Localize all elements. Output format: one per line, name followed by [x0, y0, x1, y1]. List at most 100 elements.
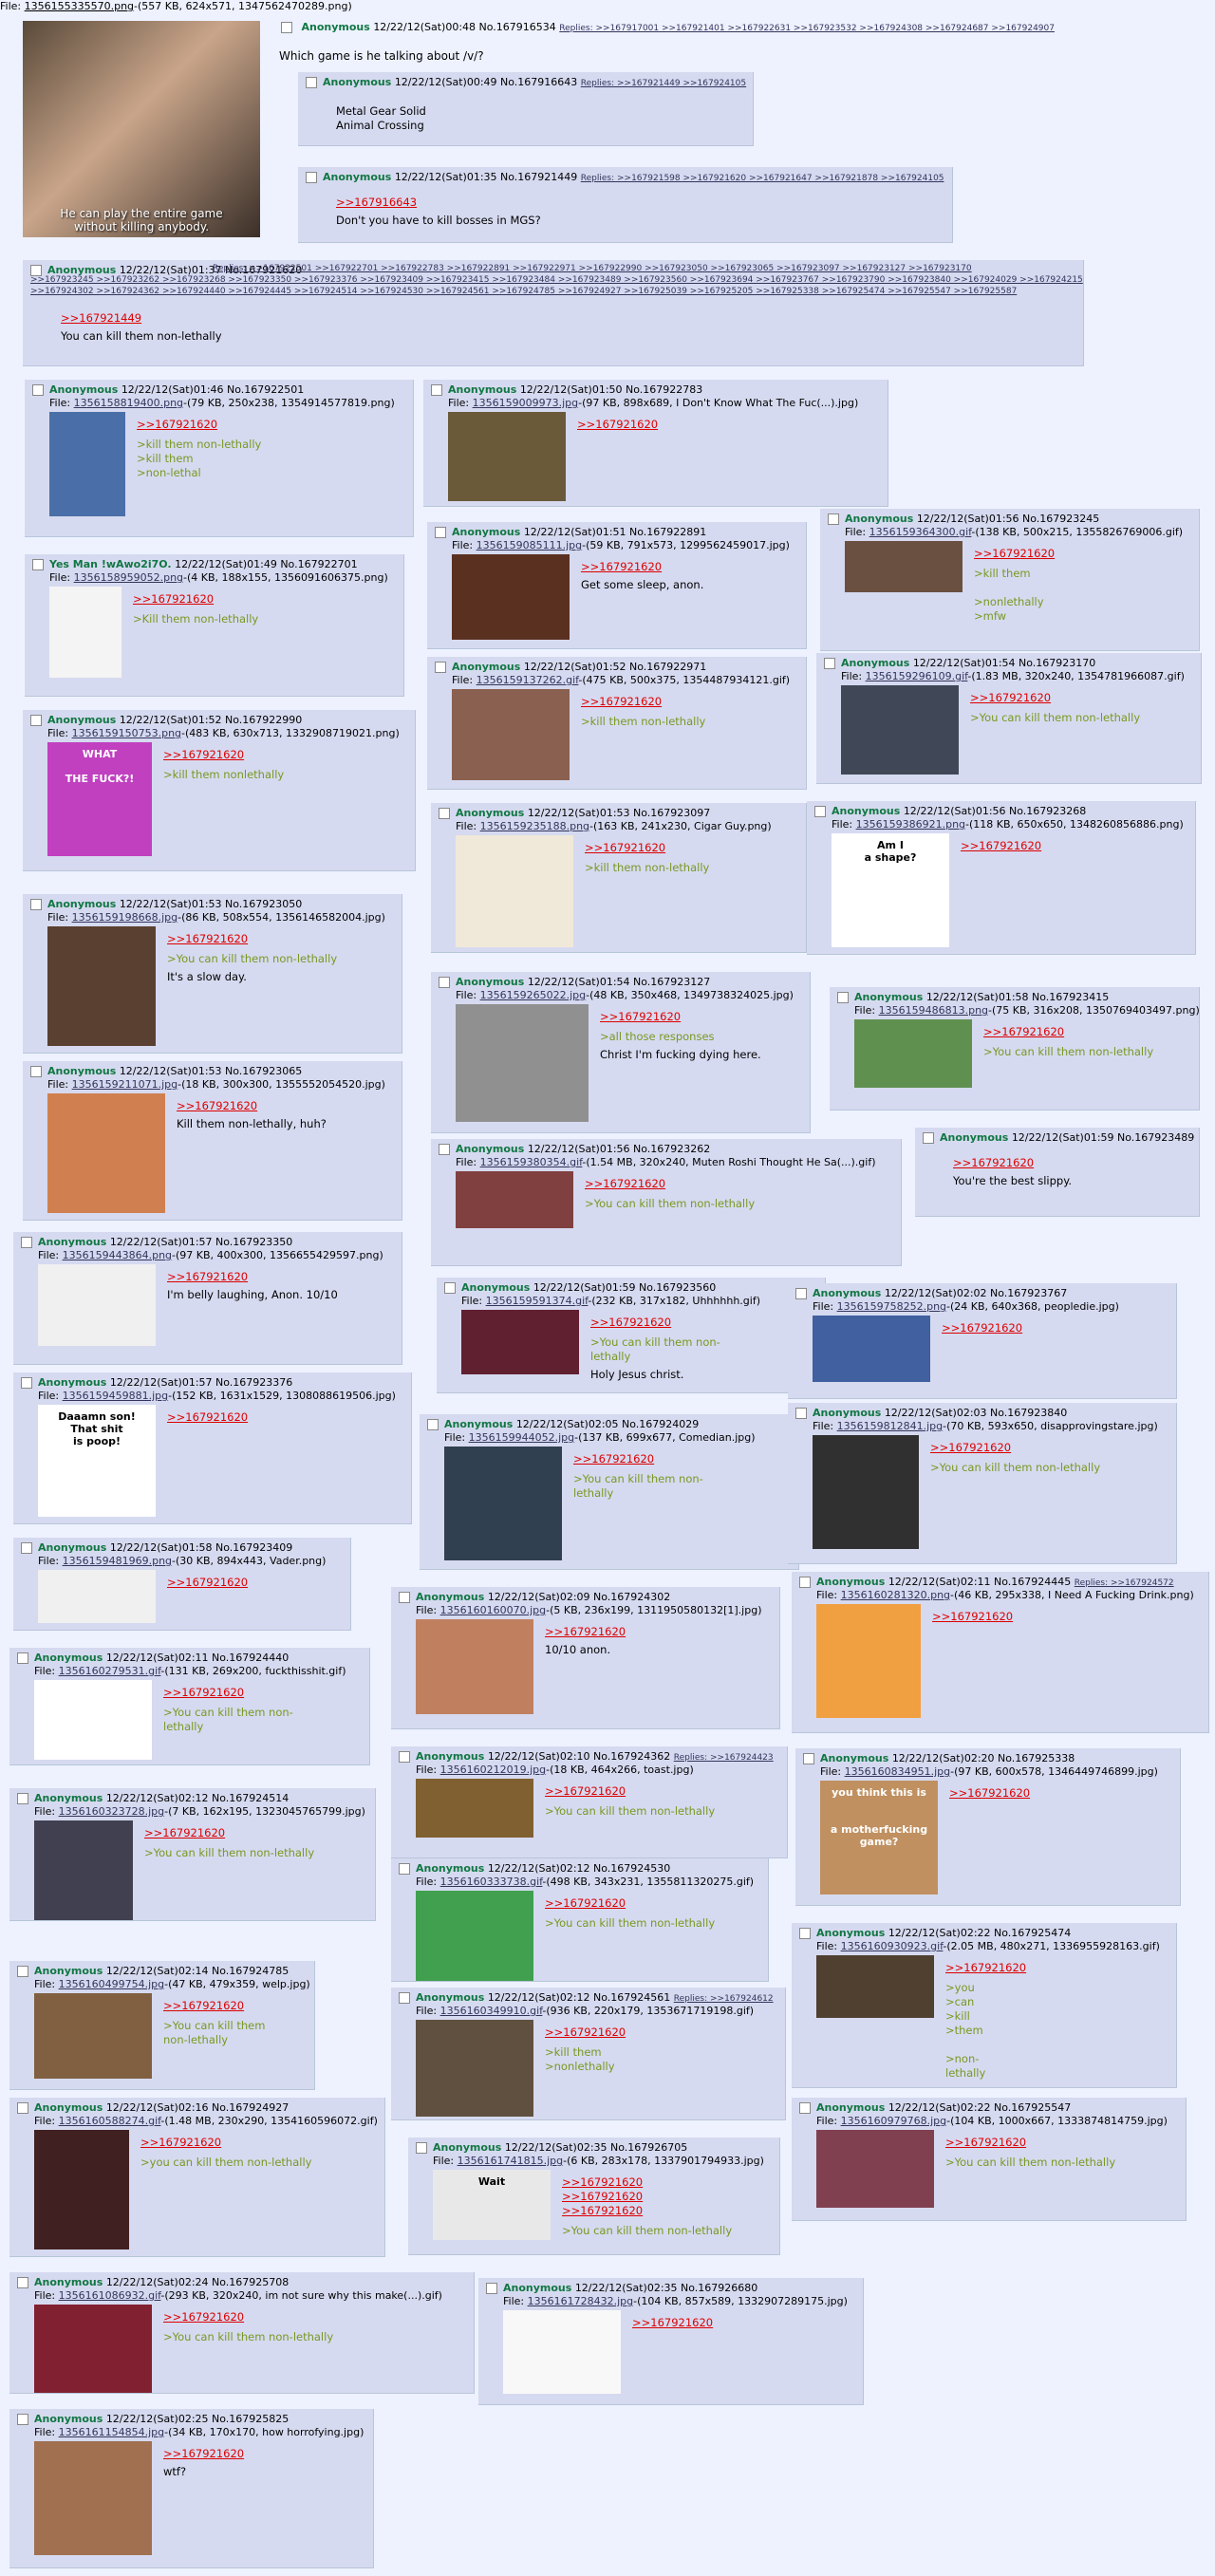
op-file-link[interactable]: 1356155335570.png: [25, 0, 134, 12]
post-checkbox[interactable]: [306, 172, 317, 183]
quote-link[interactable]: >>167921620: [632, 2316, 856, 2330]
post-replies[interactable]: Replies: >>167921598 >>167921620 >>16792…: [581, 174, 944, 183]
post-thumbnail[interactable]: [813, 1316, 930, 1382]
quote-link[interactable]: >>167921620: [545, 2025, 778, 2040]
quote-link[interactable]: >>167921620: [932, 1610, 1202, 1624]
file-link[interactable]: 1356158959052.png: [74, 571, 183, 584]
post-checkbox[interactable]: [399, 1751, 410, 1763]
file-link[interactable]: 1356161086932.gif: [59, 2289, 161, 2302]
file-link[interactable]: 1356159364300.gif: [869, 526, 972, 538]
post-thumbnail[interactable]: [448, 412, 566, 501]
post-thumbnail[interactable]: Wait: [433, 2170, 551, 2240]
file-link[interactable]: 1356159459881.jpg: [63, 1390, 169, 1402]
post-checkbox[interactable]: [837, 992, 849, 1003]
file-link[interactable]: 1356160281320.png: [841, 1589, 950, 1601]
quote-link[interactable]: >>167921620: [545, 1896, 761, 1911]
quote-link[interactable]: >>167921620: [163, 748, 408, 762]
post-checkbox[interactable]: [399, 1863, 410, 1875]
post-thumbnail[interactable]: [816, 2130, 934, 2208]
post-thumbnail[interactable]: [34, 1680, 152, 1760]
post-thumbnail[interactable]: [452, 689, 570, 780]
quote-link[interactable]: >>167921620: [581, 560, 799, 574]
post-checkbox[interactable]: [21, 1542, 32, 1554]
post-checkbox[interactable]: [306, 77, 317, 88]
post-thumbnail[interactable]: [456, 835, 573, 947]
post-checkbox[interactable]: [30, 1066, 42, 1077]
file-link[interactable]: 1356159944052.jpg: [469, 1431, 575, 1444]
post-checkbox[interactable]: [399, 1992, 410, 2004]
post-thumbnail[interactable]: [49, 587, 122, 678]
post-replies[interactable]: >>167923245 >>167923262 >>167923268 >>16…: [30, 275, 1083, 285]
file-link[interactable]: 1356159591374.gif: [486, 1295, 589, 1307]
quote-link[interactable]: >>167921620: [144, 1826, 368, 1840]
post-checkbox[interactable]: [30, 899, 42, 910]
post-replies[interactable]: Replies: >>167921449 >>167924105: [581, 79, 746, 88]
file-link[interactable]: 1356159386921.png: [856, 818, 965, 831]
file-link[interactable]: 1356160834951.jpg: [845, 1765, 951, 1778]
quote-link[interactable]: >>167921620: [177, 1099, 395, 1113]
post-thumbnail[interactable]: [47, 926, 156, 1046]
post-thumbnail[interactable]: [34, 1820, 133, 1920]
file-link[interactable]: 1356160349910.gif: [440, 2005, 543, 2017]
quote-link[interactable]: >>167921449: [61, 311, 1076, 326]
file-link[interactable]: 1356161154854.jpg: [59, 2426, 165, 2438]
post-thumbnail[interactable]: [416, 1619, 533, 1714]
post-thumbnail[interactable]: [444, 1447, 562, 1560]
quote-link[interactable]: >>167921620: [970, 691, 1194, 705]
post-thumbnail[interactable]: [841, 685, 959, 775]
post-checkbox[interactable]: [21, 1377, 32, 1389]
post-checkbox[interactable]: [431, 384, 442, 396]
quote-link[interactable]: >>167921620: [949, 1786, 1173, 1801]
post-checkbox[interactable]: [486, 2283, 497, 2294]
post-thumbnail[interactable]: [34, 2441, 152, 2555]
quote-link[interactable]: >>167921620: [945, 2136, 1179, 2150]
file-link[interactable]: 1356159812841.jpg: [837, 1420, 944, 1432]
quote-link[interactable]: >>167921620: [974, 547, 1192, 561]
file-link[interactable]: 1356159758252.png: [837, 1300, 946, 1313]
post-thumbnail[interactable]: you think this is a motherfucking game?: [820, 1781, 938, 1895]
quote-link[interactable]: >>167921620: [133, 592, 397, 607]
quote-link[interactable]: >>167921620: [585, 841, 799, 855]
post-checkbox[interactable]: [435, 527, 446, 538]
file-link[interactable]: 1356160323728.jpg: [59, 1805, 165, 1818]
file-link[interactable]: 1356160212019.jpg: [440, 1764, 547, 1776]
post-checkbox[interactable]: [17, 2414, 28, 2425]
quote-link[interactable]: >>167921620: [167, 932, 395, 946]
file-link[interactable]: 1356160160070.jpg: [440, 1604, 547, 1616]
post-checkbox[interactable]: [803, 1753, 814, 1764]
file-link[interactable]: 1356159486813.png: [879, 1004, 988, 1017]
quote-link[interactable]: >>167921620: [585, 1177, 894, 1191]
file-link[interactable]: 1356160499754.jpg: [59, 1978, 165, 1990]
post-checkbox[interactable]: [399, 1592, 410, 1603]
file-link[interactable]: 1356160333738.gif: [440, 1876, 543, 1888]
post-thumbnail[interactable]: [34, 2305, 152, 2393]
file-link[interactable]: 1356161728432.jpg: [528, 2295, 634, 2307]
post-checkbox[interactable]: [17, 2102, 28, 2114]
post-checkbox[interactable]: [416, 2142, 427, 2154]
post-checkbox[interactable]: [439, 808, 450, 819]
quote-link[interactable]: >>167921620: [930, 1441, 1169, 1455]
quote-link[interactable]: >>167921620: [581, 695, 799, 709]
post-thumbnail[interactable]: [816, 1955, 934, 2018]
file-link[interactable]: 1356159235188.png: [480, 820, 589, 832]
post-thumbnail[interactable]: [456, 1004, 589, 1122]
quote-link[interactable]: >>167921620: [163, 1686, 363, 1700]
post-replies[interactable]: Replies: >>167924423: [674, 1753, 774, 1763]
post-thumbnail[interactable]: [416, 1891, 533, 1981]
op-thumbnail[interactable]: He can play the entire game without kill…: [23, 21, 260, 237]
post-checkbox[interactable]: [439, 977, 450, 988]
post-checkbox[interactable]: [795, 1288, 807, 1299]
post-checkbox[interactable]: [21, 1237, 32, 1248]
post-checkbox[interactable]: [30, 715, 42, 726]
post-thumbnail[interactable]: [452, 554, 570, 640]
quote-link[interactable]: >>167921620: [167, 1410, 404, 1425]
post-checkbox[interactable]: [828, 513, 839, 525]
post-checkbox[interactable]: [435, 662, 446, 673]
quote-link[interactable]: >>167921620: [545, 1625, 773, 1639]
quote-link[interactable]: >>167921620: [167, 1270, 395, 1284]
quote-link[interactable]: >>167921620: [545, 1784, 780, 1799]
post-thumbnail[interactable]: [38, 1570, 156, 1623]
quote-link[interactable]: >>167921620: [945, 1961, 1169, 1975]
file-link[interactable]: 1356159085111.jpg: [477, 539, 583, 551]
quote-link[interactable]: >>167921620 >>167921620 >>167921620: [562, 2175, 773, 2218]
